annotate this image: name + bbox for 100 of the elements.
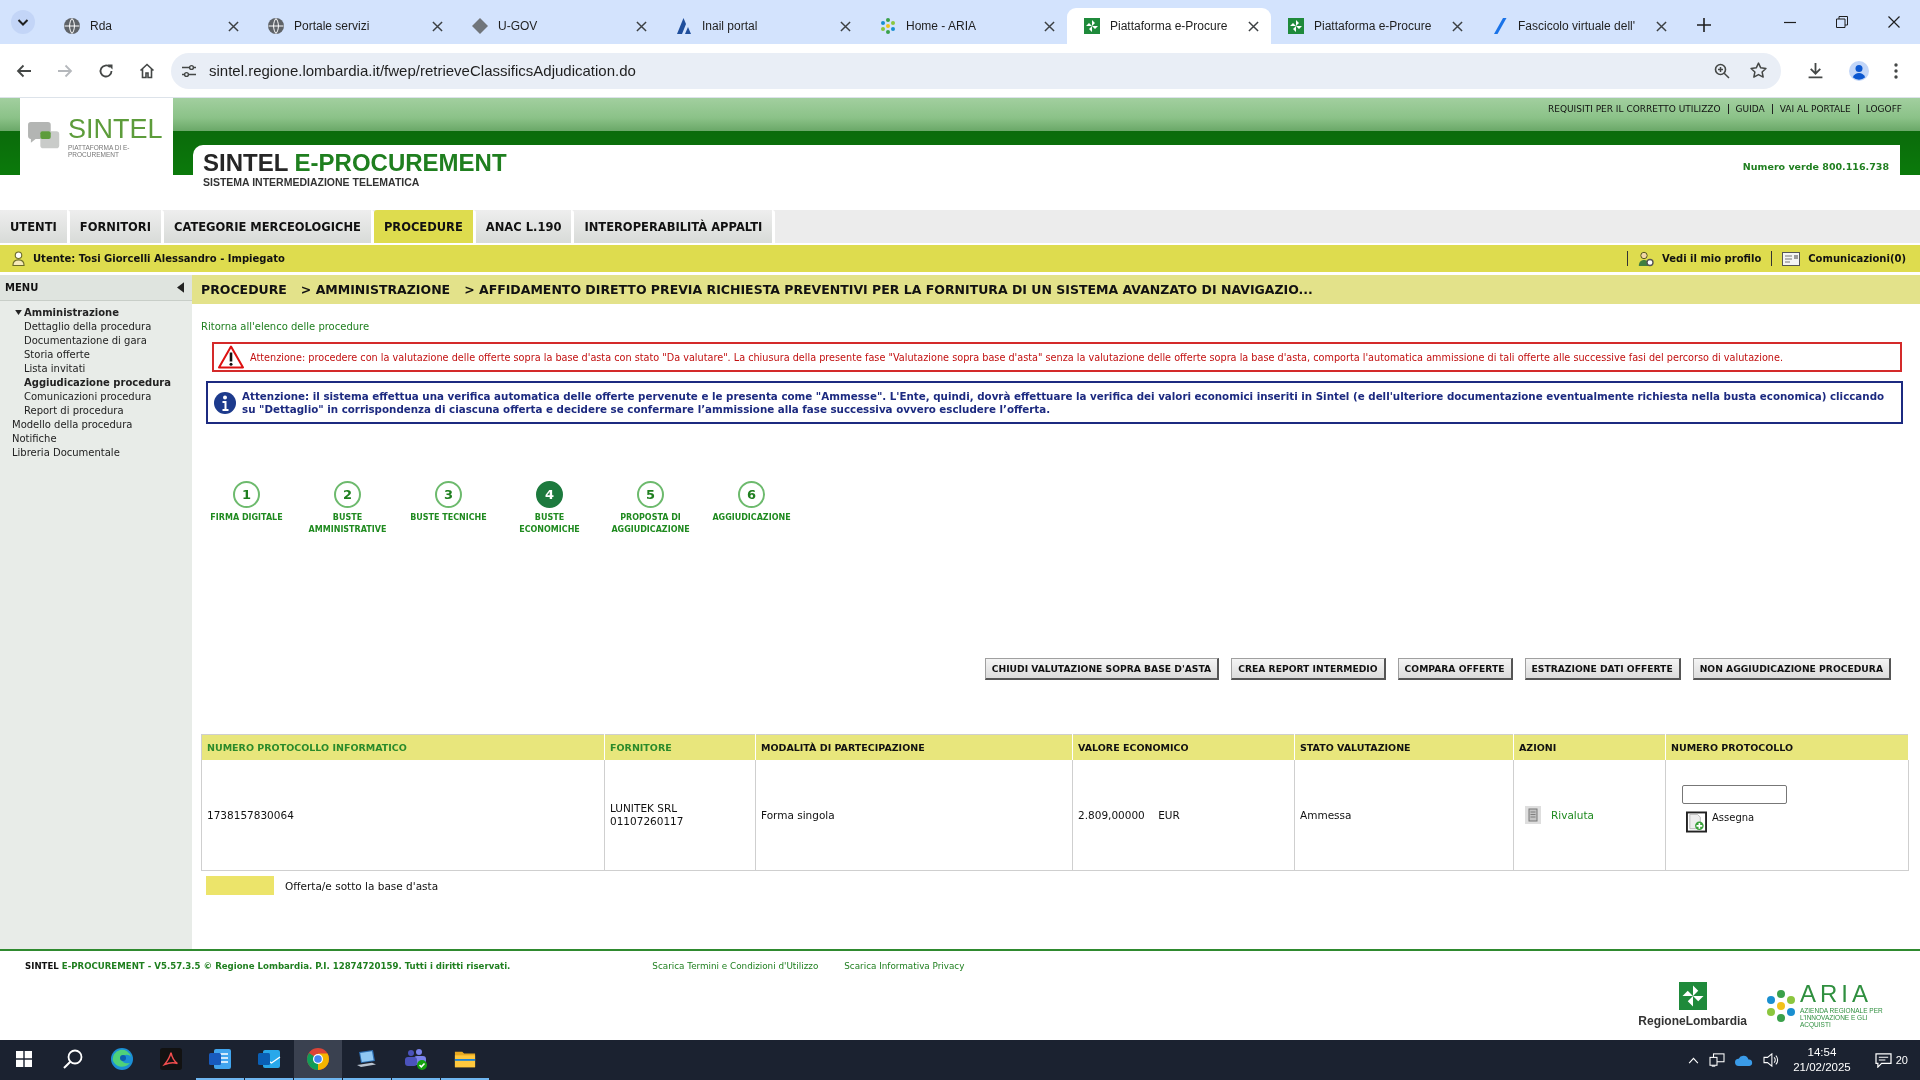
menu-item[interactable]: Report di procedura (24, 404, 124, 416)
breadcrumb-item[interactable]: PROCEDURE (201, 282, 287, 297)
assign-button[interactable]: Assegna (1682, 811, 1755, 833)
star-icon[interactable] (1750, 62, 1767, 79)
action-button[interactable]: ESTRAZIONE DATI OFFERTE (1524, 658, 1681, 680)
menu-item[interactable]: Modello della procedura (12, 418, 133, 430)
action-button[interactable]: COMPARA OFFERTE (1397, 658, 1513, 680)
speech-bubble-icon[interactable] (1874, 1052, 1892, 1068)
profile-icon[interactable] (1849, 60, 1869, 81)
messages-link[interactable]: Comunicazioni(0) (1808, 253, 1906, 264)
address-bar[interactable]: sintel.regione.lombardia.it/fwep/retrieveClassificsAdjudication.do (171, 52, 1781, 89)
action-button[interactable]: CHIUDI VALUTAZIONE SOPRA BASE D'ASTA (984, 658, 1220, 680)
close-icon[interactable] (1888, 16, 1900, 28)
add-document-icon (1686, 811, 1707, 833)
browser-tab[interactable]: Fascicolo virtuale dell' (1475, 8, 1679, 44)
browser-tab[interactable]: Piattaforma e-Procure (1067, 8, 1271, 44)
download-icon[interactable] (1807, 62, 1824, 79)
breadcrumb-item[interactable]: > AMMINISTRAZIONE (300, 282, 451, 297)
reevaluate-link[interactable]: Rivaluta (1551, 809, 1594, 821)
profile-link[interactable]: Vedi il mio profilo (1662, 253, 1762, 264)
browser-tab[interactable]: Portale servizi (251, 8, 455, 44)
browser-tab[interactable]: U-GOV (455, 8, 659, 44)
clock-date[interactable]: 21/02/2025 (1793, 1060, 1851, 1075)
speaker-icon[interactable] (1763, 1053, 1780, 1067)
browser-tab[interactable]: Rda (47, 8, 251, 44)
close-icon[interactable] (228, 20, 239, 32)
close-icon[interactable] (1248, 20, 1259, 32)
region-logo-text: RegioneLombardia (1638, 1014, 1747, 1028)
reload-icon[interactable] (98, 62, 114, 79)
nav-tab[interactable]: ANAC L.190 (475, 210, 575, 243)
nav-tab[interactable]: PROCEDURE (373, 210, 476, 243)
nav-tab[interactable]: INTEROPERABILITÀ APPALTI (574, 210, 776, 243)
warning-icon (218, 345, 244, 369)
browser-tab[interactable]: Home - ARIA (863, 8, 1067, 44)
step-circle[interactable]: 5 (637, 481, 664, 508)
site-settings-icon[interactable] (181, 62, 197, 79)
step-circle[interactable]: 4 (536, 481, 563, 508)
input-field[interactable] (1682, 785, 1787, 804)
step-circle[interactable]: 2 (334, 481, 361, 508)
document-icon[interactable] (1525, 806, 1541, 824)
menu-item[interactable]: Lista invitati (24, 362, 86, 374)
magnifier-icon[interactable] (1714, 62, 1730, 79)
footer-link[interactable]: Scarica Termini e Condizioni d'Utilizzo (652, 961, 819, 971)
step-circle[interactable]: 6 (738, 481, 765, 508)
notification-count[interactable]: 20 (1895, 1054, 1908, 1066)
chevron-up-icon[interactable] (1688, 1056, 1700, 1064)
tile-check-icon (257, 1047, 281, 1071)
legend-swatch (206, 876, 274, 895)
plus-icon[interactable] (1697, 18, 1711, 32)
alert-text: Attenzione: procedere con la valutazione delle offerte sopra la base d'asta con stato "Da valutare". La chiusura della presente fase "Valutazione sopra base d'asta" senza la valutazione delle offerte sopra la base d'asta, comporta l'automatica ammissione di tali offerte alle successive fasi del percorso di valutazione. (250, 350, 1783, 364)
close-icon[interactable] (1656, 20, 1667, 32)
menu-item[interactable]: Documentazione di gara (24, 334, 147, 346)
close-icon[interactable] (1044, 20, 1055, 32)
clock-time[interactable]: 14:54 (1807, 1045, 1837, 1060)
swirl-icon (110, 1047, 134, 1071)
home-icon[interactable] (139, 62, 155, 79)
table-cell: Forma singola (755, 760, 1073, 871)
slash-icon (1492, 18, 1508, 34)
back-link[interactable]: Ritorna all'elenco delle procedure (201, 321, 370, 332)
diamond-icon (472, 18, 488, 34)
menu-item[interactable]: Amministrazione (24, 306, 119, 318)
alert-text: Attenzione: il sistema effettua una verifica automatica delle offerte pervenute e le presenta come "Ammesse". L'Ente, quindi, dovrà effettuare la verifica dei valori economici inseriti in Sintel (e dell'ulteriore documentazione eventualmente richiesta nella busta economica) cliccando su "Dettaglio" in corrispondenza di ciascuna offerta e decidere se confermare l’ammissione alla fase successiva ovvero escludere l’offerta. (242, 389, 1886, 416)
header-link[interactable]: REQUISITI PER IL CORRETTO UTILIZZO (1541, 104, 1728, 114)
menu-icon[interactable] (1894, 62, 1898, 79)
nav-tab[interactable]: CATEGORIE MERCEOLOGICHE (163, 210, 374, 243)
menu-item[interactable]: Notifiche (12, 432, 57, 444)
menu-item[interactable]: Storia offerte (24, 348, 90, 360)
header-link[interactable]: GUIDA (1727, 104, 1772, 114)
pinwheel-icon (1084, 18, 1100, 34)
site-subtitle: SISTEMA INTERMEDIAZIONE TELEMATICA (203, 176, 421, 188)
header-link[interactable]: LOGOFF (1857, 104, 1902, 114)
action-button[interactable]: CREA REPORT INTERMEDIO (1231, 658, 1386, 680)
step-label: BUSTE AMMINISTRATIVE (307, 512, 388, 536)
restore-icon[interactable] (1836, 16, 1848, 28)
aria-logo-text: ARIA (1800, 983, 1873, 1005)
action-button[interactable]: NON AGGIUDICAZIONE PROCEDURA (1692, 658, 1891, 680)
cloud-icon[interactable] (1735, 1054, 1754, 1066)
close-icon[interactable] (636, 20, 647, 32)
menu-item[interactable]: Comunicazioni procedura (24, 390, 152, 402)
chevron-down-icon[interactable] (11, 10, 35, 34)
menu-item[interactable]: Libreria Documentale (12, 446, 120, 458)
browser-tab[interactable]: Inail portal (659, 8, 863, 44)
close-icon[interactable] (840, 20, 851, 32)
back-arrow-icon[interactable] (16, 62, 32, 79)
caret-icon[interactable] (15, 309, 22, 315)
browser-tab[interactable]: Piattaforma e-Procure (1271, 8, 1475, 44)
nav-tab[interactable]: UTENTI (0, 210, 70, 243)
network-icon[interactable] (1709, 1053, 1726, 1067)
menu-item[interactable]: Dettaglio della procedura (24, 320, 152, 332)
breadcrumb-item[interactable]: > AFFIDAMENTO DIRETTO PREVIA RICHIESTA PREVENTIVI PER LA FORNITURA DI UN SISTEMA AVANZATO DI NAVIGAZIO... (464, 282, 1313, 297)
step-circle[interactable]: 1 (233, 481, 260, 508)
nav-tab[interactable]: FORNITORI (69, 210, 164, 243)
header-link[interactable]: VAI AL PORTALE (1771, 104, 1858, 114)
four-squares-icon (16, 1051, 32, 1067)
footer-link[interactable]: Scarica Informativa Privacy (844, 961, 965, 971)
collapse-arrow-icon[interactable] (177, 282, 184, 293)
close-icon[interactable] (432, 20, 443, 32)
close-icon[interactable] (1452, 20, 1463, 32)
menu-item[interactable]: Aggiudicazione procedura (24, 376, 171, 388)
step-circle[interactable]: 3 (435, 481, 462, 508)
